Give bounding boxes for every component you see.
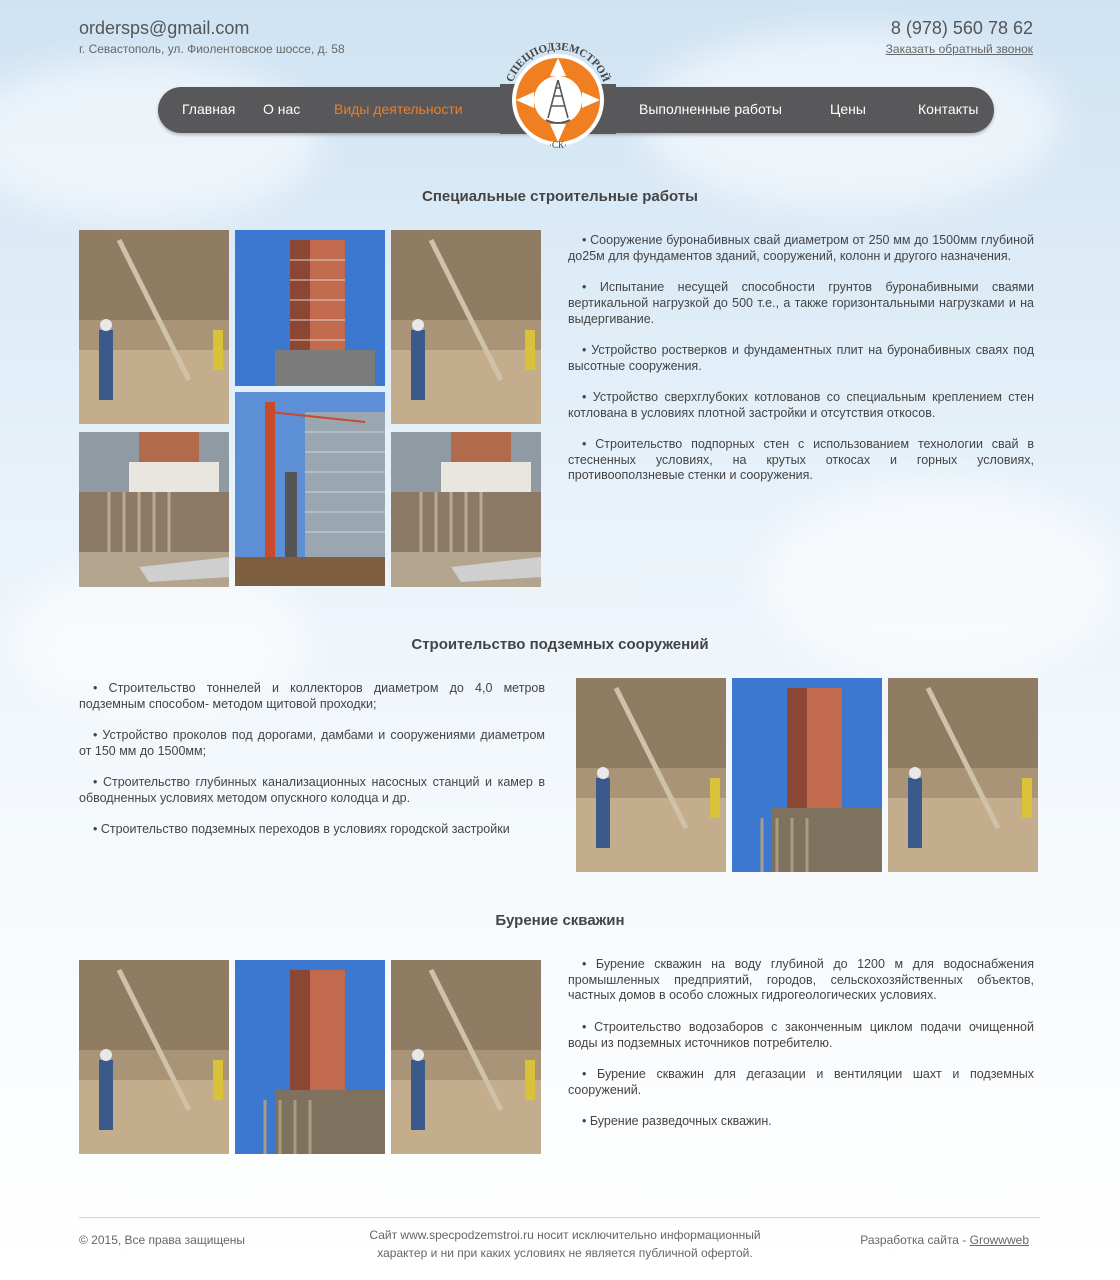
disclaimer-line: характер и ни при каких условиях не явля… [377, 1246, 753, 1260]
section-text-underground: • Строительство тоннелей и коллекторов д… [79, 681, 545, 854]
photo-pile-wall[interactable] [79, 432, 229, 587]
photo-drilling-rig[interactable] [235, 392, 385, 586]
list-item: • Сооружение буронабивных свай диаметром… [568, 233, 1034, 263]
company-logo[interactable]: СПЕЦПОДЗЕМСТРОЙ ·СК· [496, 40, 620, 152]
list-item: • Бурение скважин на воду глубиной до 12… [568, 957, 1034, 1003]
list-item: • Устройство проколов под дорогами, дамб… [79, 728, 545, 758]
list-item: • Бурение разведочных скважин. [582, 1113, 772, 1128]
footer-developer: Разработка сайта - Growwweb [860, 1233, 1029, 1247]
photo-tower-building[interactable] [235, 230, 385, 386]
list-item: • Строительство подземных переходов в ус… [93, 822, 510, 837]
list-item: • Устройство ростверков и фундаментных п… [568, 342, 1034, 373]
logo-bottom-text: ·СК· [549, 140, 567, 150]
footer-disclaimer: Сайт www.specpodzemstroi.ru носит исключ… [340, 1226, 790, 1262]
photo-worker-site[interactable] [79, 230, 229, 424]
header-address: г. Севастополь, ул. Фиолентовское шоссе,… [79, 42, 345, 56]
list-item: • Испытание несущей способности грунтов … [568, 280, 1034, 326]
photo-worker-site[interactable] [79, 960, 229, 1154]
nav-item-home[interactable]: Главная [182, 101, 235, 117]
section-text-special-works: • Сооружение буронабивных свай диаметром… [568, 233, 1034, 500]
section-title-underground: Строительство подземных сооружений [411, 636, 709, 653]
section-text-drilling: • Бурение скважин на воду глубиной до 12… [568, 957, 1034, 1145]
photo-pile-wall[interactable] [391, 432, 541, 587]
nav-item-about[interactable]: О нас [263, 101, 300, 117]
list-item: • Бурение скважин для дегазации и вентил… [568, 1066, 1034, 1097]
list-item: • Строительство тоннелей и коллекторов д… [79, 681, 545, 711]
list-item: • Устройство сверхглубоких котлованов со… [568, 389, 1034, 420]
header-phone: 8 (978) 560 78 62 [890, 18, 1033, 38]
list-item: • Строительство водозаборов с законченны… [568, 1019, 1034, 1050]
photo-tower-building[interactable] [235, 960, 385, 1154]
photo-worker-site[interactable] [391, 960, 541, 1154]
callback-link[interactable]: Заказать обратный звонок [886, 42, 1033, 56]
photo-tower-building[interactable] [732, 678, 882, 872]
nav-item-prices[interactable]: Цены [830, 101, 866, 117]
footer-divider [79, 1217, 1040, 1218]
nav-item-completed-works[interactable]: Выполненные работы [639, 101, 782, 117]
list-item: • Строительство подпорных стен с использ… [568, 437, 1034, 483]
list-item: • Строительство глубинных канализационны… [79, 775, 545, 805]
header-email: ordersps@gmail.com [79, 18, 250, 38]
nav-item-activities[interactable]: Виды деятельности [334, 101, 463, 117]
section-title-special-works: Специальные строительные работы [422, 188, 698, 205]
photo-worker-site[interactable] [888, 678, 1038, 872]
photo-worker-site[interactable] [391, 230, 541, 424]
developer-label: Разработка сайта - [860, 1233, 970, 1247]
footer-copyright: © 2015, Все права защищены [79, 1233, 246, 1247]
section-title-drilling: Бурение скважин [495, 912, 625, 929]
nav-item-contacts[interactable]: Контакты [918, 101, 978, 117]
disclaimer-line: Сайт www.specpodzemstroi.ru носит исключ… [369, 1228, 761, 1242]
developer-link[interactable]: Growwweb [970, 1233, 1029, 1247]
photo-worker-site[interactable] [576, 678, 726, 872]
